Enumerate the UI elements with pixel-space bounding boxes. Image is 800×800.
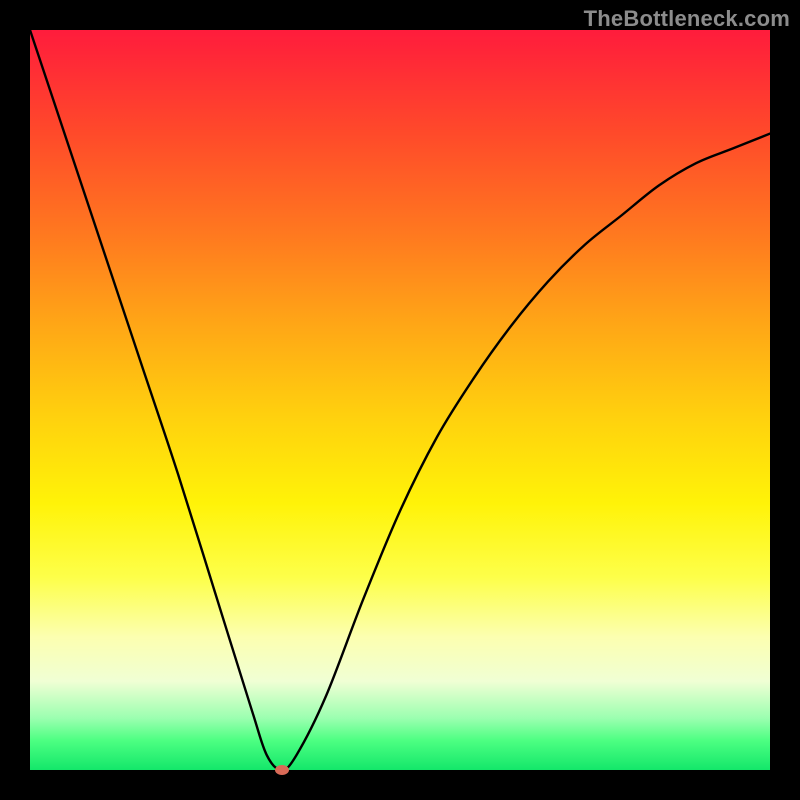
chart-container: TheBottleneck.com — [0, 0, 800, 800]
watermark-text: TheBottleneck.com — [584, 6, 790, 32]
bottleneck-curve — [30, 30, 770, 770]
plot-area — [30, 30, 770, 770]
bottleneck-marker — [275, 765, 289, 775]
